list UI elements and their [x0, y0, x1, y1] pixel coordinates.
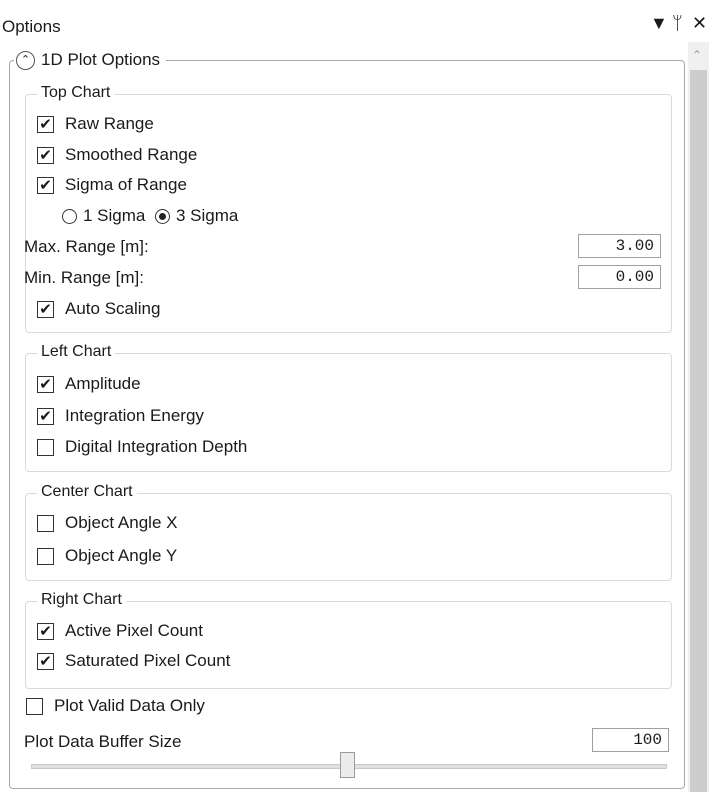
sigma-1-label: 1 Sigma — [83, 206, 146, 225]
object-angle-y-label: Object Angle Y — [65, 546, 178, 565]
sigma-1-radio[interactable] — [62, 208, 77, 224]
auto-scaling-checkbox[interactable]: ✔ — [37, 300, 54, 318]
saturated-pixel-count-checkbox[interactable]: ✔ — [37, 652, 54, 670]
active-pixel-count-option[interactable]: ✔ Active Pixel Count — [37, 621, 203, 641]
window-title: Options — [2, 17, 61, 36]
max-range-input[interactable]: 3.00 — [578, 234, 661, 258]
raw-range-option[interactable]: ✔ Raw Range — [37, 114, 154, 134]
min-range-label: Min. Range [m]: — [24, 268, 144, 287]
digital-integration-depth-option[interactable]: Digital Integration Depth — [37, 437, 247, 457]
sigma-3-option[interactable]: 3 Sigma — [155, 206, 238, 226]
buffer-size-slider-thumb[interactable] — [340, 752, 355, 778]
sigma-1-option[interactable]: 1 Sigma — [62, 206, 145, 226]
sigma-of-range-option[interactable]: ✔ Sigma of Range — [37, 175, 187, 195]
buffer-size-label: Plot Data Buffer Size — [24, 732, 182, 751]
plot-valid-data-only-label: Plot Valid Data Only — [54, 696, 205, 715]
object-angle-x-label: Object Angle X — [65, 513, 178, 532]
sigma-of-range-label: Sigma of Range — [65, 175, 187, 194]
raw-range-checkbox[interactable]: ✔ — [37, 115, 54, 133]
amplitude-checkbox[interactable]: ✔ — [37, 375, 54, 393]
right-chart-label: Right Chart — [37, 591, 126, 609]
smoothed-range-label: Smoothed Range — [65, 145, 198, 164]
digital-integration-depth-checkbox[interactable] — [37, 438, 54, 456]
center-chart-label: Center Chart — [37, 483, 137, 501]
object-angle-x-checkbox[interactable] — [37, 514, 54, 532]
smoothed-range-option[interactable]: ✔ Smoothed Range — [37, 145, 197, 165]
digital-integration-depth-label: Digital Integration Depth — [65, 437, 248, 456]
min-range-input[interactable]: 0.00 — [578, 265, 661, 289]
sigma-of-range-checkbox[interactable]: ✔ — [37, 176, 54, 194]
saturated-pixel-count-label: Saturated Pixel Count — [65, 651, 231, 670]
active-pixel-count-checkbox[interactable]: ✔ — [37, 622, 54, 640]
vertical-scrollbar[interactable]: ⌃ — [688, 42, 709, 792]
smoothed-range-checkbox[interactable]: ✔ — [37, 146, 54, 164]
auto-scaling-label: Auto Scaling — [65, 299, 161, 318]
right-chart-group: Right Chart — [25, 591, 672, 689]
top-chart-label: Top Chart — [37, 84, 115, 102]
dropdown-icon[interactable]: ▼ — [650, 13, 668, 34]
auto-scaling-option[interactable]: ✔ Auto Scaling — [37, 299, 160, 319]
close-icon[interactable]: ✕ — [692, 13, 707, 34]
integration-energy-label: Integration Energy — [65, 406, 204, 425]
active-pixel-count-label: Active Pixel Count — [65, 621, 203, 640]
object-angle-x-option[interactable]: Object Angle X — [37, 513, 177, 533]
center-chart-group: Center Chart — [25, 483, 672, 581]
max-range-label: Max. Range [m]: — [24, 237, 149, 256]
collapse-icon[interactable]: ⌃ — [16, 50, 35, 70]
amplitude-label: Amplitude — [65, 374, 141, 393]
integration-energy-checkbox[interactable]: ✔ — [37, 407, 54, 425]
amplitude-option[interactable]: ✔ Amplitude — [37, 374, 141, 394]
scroll-up-icon[interactable]: ⌃ — [692, 48, 702, 62]
pin-icon[interactable]: ᛘ — [672, 13, 683, 34]
plot-valid-data-only-checkbox[interactable] — [26, 697, 43, 715]
left-chart-label: Left Chart — [37, 343, 116, 361]
panel-title: 1D Plot Options — [41, 50, 161, 69]
integration-energy-option[interactable]: ✔ Integration Energy — [37, 406, 204, 426]
object-angle-y-checkbox[interactable] — [37, 547, 54, 565]
plot-valid-data-only-option[interactable]: Plot Valid Data Only — [26, 696, 205, 716]
sigma-3-label: 3 Sigma — [176, 206, 239, 225]
buffer-size-input[interactable]: 100 — [592, 728, 669, 752]
sigma-3-radio[interactable] — [155, 208, 170, 224]
saturated-pixel-count-option[interactable]: ✔ Saturated Pixel Count — [37, 651, 230, 671]
object-angle-y-option[interactable]: Object Angle Y — [37, 546, 177, 566]
raw-range-label: Raw Range — [65, 114, 154, 133]
scroll-thumb[interactable] — [690, 70, 707, 792]
plot-options-header[interactable]: ⌃ 1D Plot Options — [14, 48, 167, 72]
